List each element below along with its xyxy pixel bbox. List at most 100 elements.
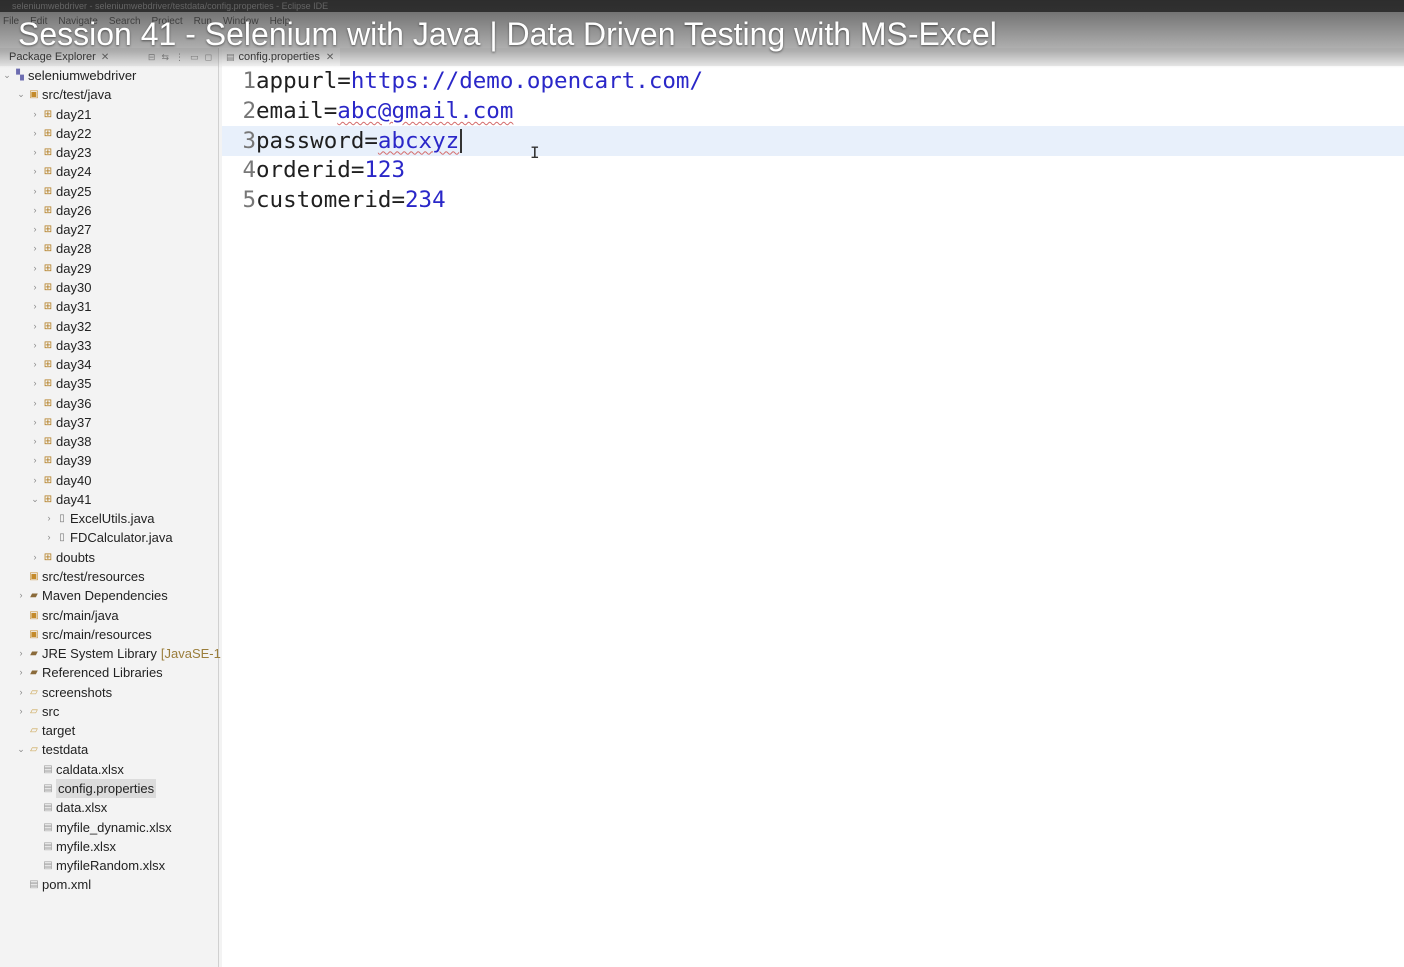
tree-item[interactable]: › ▰ Referenced Libraries — [16, 663, 163, 682]
chevron-right-icon[interactable]: › — [16, 644, 26, 663]
code-line[interactable]: 4orderid=123 — [222, 155, 1404, 185]
tree-item[interactable]: › ⊞ day37 — [30, 413, 92, 432]
chevron-right-icon[interactable]: › — [30, 355, 40, 374]
tree-item[interactable]: ⌄ ▚ seleniumwebdriver — [2, 66, 136, 85]
tree-item-label: day32 — [56, 318, 92, 334]
tree-item[interactable]: › ⊞ day40 — [30, 471, 92, 490]
tree-item[interactable]: › ⊞ day24 — [30, 162, 92, 181]
chevron-right-icon[interactable]: › — [30, 201, 40, 220]
tree-item[interactable]: › ⊞ day36 — [30, 394, 92, 413]
tree-item[interactable]: ▤ pom.xml — [16, 875, 91, 894]
tree-item[interactable]: › ⊞ day22 — [30, 124, 92, 143]
chevron-right-icon[interactable]: › — [16, 702, 26, 721]
package-icon: ⊞ — [43, 127, 53, 139]
chevron-down-icon[interactable]: ⌄ — [30, 490, 40, 509]
maximize-icon[interactable]: ◻ — [205, 52, 212, 63]
package-icon: ⊞ — [43, 166, 53, 178]
tree-item[interactable]: › ⊞ day31 — [30, 297, 92, 316]
tree-item[interactable]: ▤ myfile_dynamic.xlsx — [30, 818, 171, 837]
tree-item[interactable]: › ⊞ doubts — [30, 548, 96, 567]
minimize-icon[interactable]: ▭ — [190, 52, 199, 63]
chevron-right-icon[interactable]: › — [30, 432, 40, 451]
file-icon: ▤ — [29, 879, 39, 891]
chevron-right-icon[interactable]: › — [30, 451, 40, 470]
chevron-right-icon[interactable]: › — [16, 586, 26, 605]
tree-item[interactable]: › ⊞ day29 — [30, 259, 92, 278]
chevron-right-icon[interactable]: › — [30, 548, 40, 567]
link-editor-icon[interactable]: ⇆ — [161, 52, 169, 63]
folder-icon: ▱ — [30, 725, 38, 737]
tree-item[interactable]: › ⊞ day34 — [30, 355, 92, 374]
tree-item[interactable]: › ▱ src — [16, 702, 60, 721]
tree-item[interactable]: › ⊞ day21 — [30, 105, 92, 124]
chevron-right-icon[interactable]: › — [30, 124, 40, 143]
chevron-down-icon[interactable]: ⌄ — [2, 66, 12, 85]
tree-item[interactable]: ▱ target — [16, 721, 75, 740]
chevron-right-icon[interactable]: › — [30, 297, 40, 316]
tree-item[interactable]: ▤ myfile.xlsx — [30, 837, 116, 856]
package-icon: ⊞ — [43, 339, 53, 351]
chevron-right-icon[interactable]: › — [30, 259, 40, 278]
chevron-right-icon[interactable]: › — [30, 220, 40, 239]
chevron-right-icon[interactable]: › — [30, 182, 40, 201]
tree-item[interactable]: › ▰ JRE System Library [JavaSE-1.8] — [16, 644, 236, 663]
tree-item-label: target — [42, 723, 76, 739]
tree-item[interactable]: › ▯ FDCalculator.java — [44, 528, 173, 547]
tree-item-label: seleniumwebdriver — [28, 68, 137, 83]
view-menu-icon[interactable]: ⋮ — [175, 52, 184, 63]
tree-item[interactable]: › ⊞ day30 — [30, 278, 92, 297]
tree-item[interactable]: › ▰ Maven Dependencies — [16, 586, 168, 605]
collapse-all-icon[interactable]: ⊟ — [148, 52, 156, 63]
code-line[interactable]: 2email=abc@gmail.com — [222, 96, 1404, 126]
tree-item[interactable]: ▤ data.xlsx — [30, 798, 107, 817]
tree-item[interactable]: › ▯ ExcelUtils.java — [44, 509, 155, 528]
chevron-right-icon[interactable]: › — [30, 336, 40, 355]
tree-item[interactable]: › ⊞ day32 — [30, 317, 92, 336]
chevron-right-icon[interactable]: › — [30, 374, 40, 393]
chevron-right-icon[interactable]: › — [30, 413, 40, 432]
tree-item-label: data.xlsx — [56, 800, 108, 816]
chevron-right-icon[interactable]: › — [30, 143, 40, 162]
tree-item[interactable]: › ⊞ day27 — [30, 220, 92, 239]
tree-item[interactable]: › ⊞ day26 — [30, 201, 92, 220]
tree-item[interactable]: › ⊞ day39 — [30, 451, 92, 470]
chevron-right-icon[interactable]: › — [30, 105, 40, 124]
tree-item[interactable]: ⌄ ▣ src/test/java — [16, 85, 111, 104]
tree-item[interactable]: ⌄ ⊞ day41 — [30, 490, 91, 509]
tree-item[interactable]: › ⊞ day23 — [30, 143, 92, 162]
tree-item[interactable]: ▣ src/main/resources — [16, 625, 152, 644]
chevron-right-icon[interactable]: › — [30, 394, 40, 413]
chevron-right-icon[interactable]: › — [44, 528, 54, 547]
chevron-down-icon[interactable]: ⌄ — [16, 740, 26, 759]
tree-item[interactable]: › ⊞ day33 — [30, 336, 92, 355]
chevron-right-icon[interactable]: › — [30, 162, 40, 181]
tree-item[interactable]: › ▱ screenshots — [16, 683, 113, 702]
property-value: https://demo.opencart.com/ — [350, 68, 704, 94]
tree-item[interactable]: › ⊞ day28 — [30, 239, 92, 258]
chevron-right-icon[interactable]: › — [30, 278, 40, 297]
chevron-right-icon[interactable]: › — [16, 683, 26, 702]
close-icon[interactable]: ✕ — [326, 52, 334, 63]
chevron-right-icon[interactable]: › — [30, 239, 40, 258]
code-line[interactable]: 1appurl=https://demo.opencart.com/ — [222, 66, 1404, 96]
tree-item[interactable]: › ⊞ day25 — [30, 182, 92, 201]
code-line[interactable]: 5customerid=234 — [222, 185, 1404, 215]
chevron-right-icon[interactable]: › — [30, 317, 40, 336]
tree-item[interactable]: › ⊞ day35 — [30, 374, 92, 393]
close-icon[interactable]: ✕ — [101, 52, 109, 63]
tree-item-label: src/main/java — [42, 607, 119, 623]
chevron-right-icon[interactable]: › — [44, 509, 54, 528]
package-icon: ⊞ — [43, 147, 53, 159]
chevron-down-icon[interactable]: ⌄ — [16, 85, 26, 104]
tree-item[interactable]: ⌄ ▱ testdata — [16, 740, 88, 759]
chevron-right-icon[interactable]: › — [16, 663, 26, 682]
tree-item[interactable]: ▣ src/main/java — [16, 606, 119, 625]
chevron-right-icon[interactable]: › — [30, 471, 40, 490]
tree-item[interactable]: ▤ config.properties — [30, 778, 157, 798]
tree-item[interactable]: ▣ src/test/resources — [16, 567, 144, 586]
code-line[interactable]: 3password=abcxyz — [222, 125, 1404, 156]
tree-item[interactable]: › ⊞ day38 — [30, 432, 92, 451]
tree-item-label: day24 — [56, 164, 92, 180]
tree-item[interactable]: ▤ myfileRandom.xlsx — [30, 856, 165, 875]
tree-item[interactable]: ▤ caldata.xlsx — [30, 760, 124, 779]
